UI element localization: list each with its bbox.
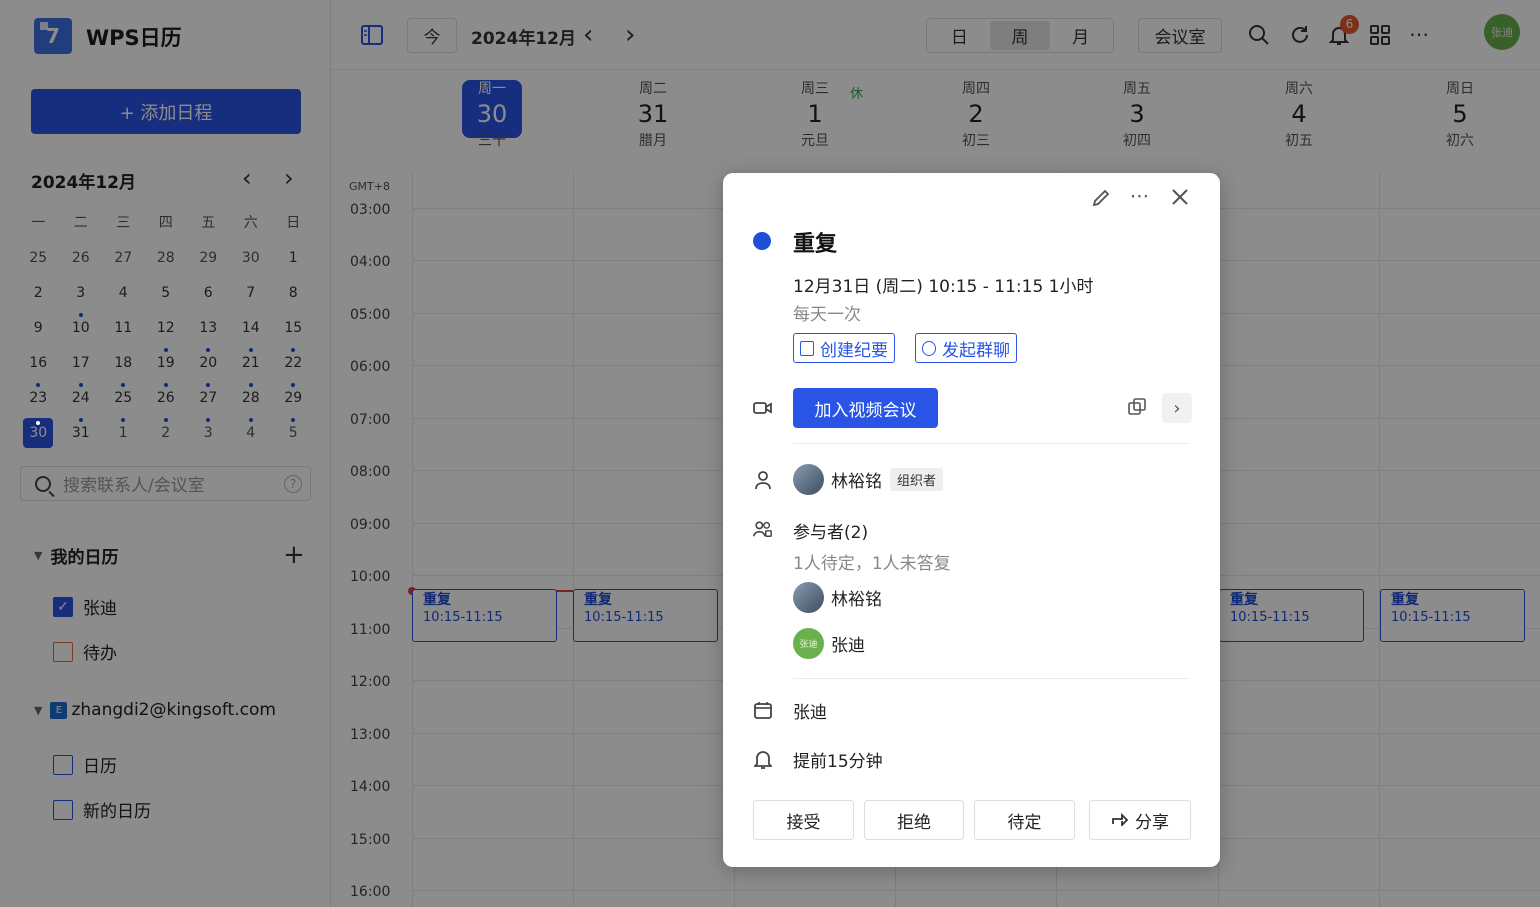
start-group-chat-button[interactable]: 发起群聊 [915,333,1017,363]
share-label: 分享 [1135,812,1169,833]
calendar-app: 7 WPS日历 + 添加日程 2024年12月 ‹ › 一 二 三 四 五 六 … [0,0,1540,907]
divider [793,443,1190,444]
event-time-range: 12月31日 (周二) 10:15 - 11:15 1小时 [793,277,1094,297]
event-reminder: 提前15分钟 [793,752,883,772]
edit-icon[interactable] [1091,188,1111,213]
participants-icon [753,519,773,539]
more-icon[interactable]: ⋯ [1130,185,1149,207]
share-icon [1111,810,1129,831]
participant-name: 林裕铭 [831,590,882,610]
create-minutes-button[interactable]: 创建纪要 [793,333,895,363]
decline-button[interactable]: 拒绝 [864,800,964,840]
event-repeat-rule: 每天一次 [793,305,861,325]
participant-row[interactable]: 张迪 张迪 [793,628,865,659]
document-icon [800,340,814,356]
join-video-meeting-button[interactable]: 加入视频会议 [793,388,938,428]
event-calendar-name: 张迪 [793,703,827,723]
start-group-chat-label: 发起群聊 [942,340,1010,361]
participant-avatar [793,582,824,613]
event-title: 重复 [793,232,838,257]
share-button[interactable]: 分享 [1089,800,1191,840]
person-icon [753,470,773,490]
participant-row[interactable]: 林裕铭 [793,582,882,613]
organizer-name: 林裕铭 [831,472,882,492]
accept-button[interactable]: 接受 [753,800,854,840]
event-detail-popup: ⋯ 重复 12月31日 (周二) 10:15 - 11:15 1小时 每天一次 … [723,173,1220,867]
bell-icon [753,749,773,769]
close-icon[interactable] [1171,188,1189,211]
create-minutes-label: 创建纪要 [820,340,888,361]
copy-icon[interactable] [1128,398,1146,421]
organizer-row[interactable]: 林裕铭 组织者 [793,464,944,495]
participant-avatar: 张迪 [793,628,824,659]
chevron-right-icon[interactable]: › [1162,393,1192,423]
organizer-tag: 组织者 [890,468,944,491]
chat-icon [922,340,936,356]
divider [793,678,1190,679]
organizer-avatar [793,464,824,495]
participants-title[interactable]: 参与者(2) [793,518,868,543]
video-camera-icon [753,398,773,418]
tentative-button[interactable]: 待定 [974,800,1075,840]
participant-name: 张迪 [831,636,865,656]
calendar-icon [753,700,773,720]
participants-status: 1人待定，1人未答复 [793,554,951,574]
event-dot [36,420,41,425]
event-color-dot [753,232,771,250]
